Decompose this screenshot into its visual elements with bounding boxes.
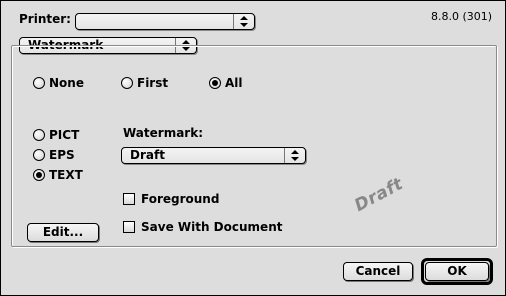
print-options-dialog: Printer: 8.8.0 (301) Watermark None Firs…	[0, 0, 506, 296]
version-text: 8.8.0 (301)	[431, 10, 493, 23]
ok-button[interactable]: OK	[425, 262, 489, 281]
printer-label: Printer:	[19, 12, 71, 26]
radio-text[interactable]	[33, 169, 45, 181]
popup-arrows-icon	[284, 148, 305, 163]
ok-button-label: OK	[447, 264, 467, 278]
foreground-label: Foreground	[141, 192, 220, 206]
watermark-value: Draft	[130, 148, 165, 162]
popup-arrows-icon	[233, 14, 254, 29]
radio-text-label: TEXT	[49, 168, 83, 182]
watermark-popup[interactable]: Draft	[121, 147, 306, 164]
cancel-button-label: Cancel	[355, 264, 401, 278]
radio-none[interactable]	[33, 77, 45, 89]
radio-all-label: All	[225, 76, 243, 90]
edit-button[interactable]: Edit...	[27, 223, 99, 242]
radio-eps-label: EPS	[49, 148, 75, 162]
foreground-checkbox[interactable]	[123, 193, 135, 205]
ok-button-default-ring: OK	[421, 258, 493, 285]
save-with-document-checkbox[interactable]	[123, 221, 135, 233]
radio-pict-label: PICT	[49, 128, 80, 142]
cancel-button[interactable]: Cancel	[343, 262, 413, 281]
printer-popup[interactable]	[75, 13, 255, 30]
radio-none-label: None	[49, 76, 84, 90]
watermark-label: Watermark:	[123, 126, 203, 140]
radio-first-label: First	[137, 76, 169, 90]
edit-button-label: Edit...	[42, 225, 84, 239]
radio-pict[interactable]	[33, 129, 45, 141]
save-with-document-label: Save With Document	[141, 220, 283, 234]
radio-all[interactable]	[209, 77, 221, 89]
radio-first[interactable]	[121, 77, 133, 89]
radio-eps[interactable]	[33, 149, 45, 161]
